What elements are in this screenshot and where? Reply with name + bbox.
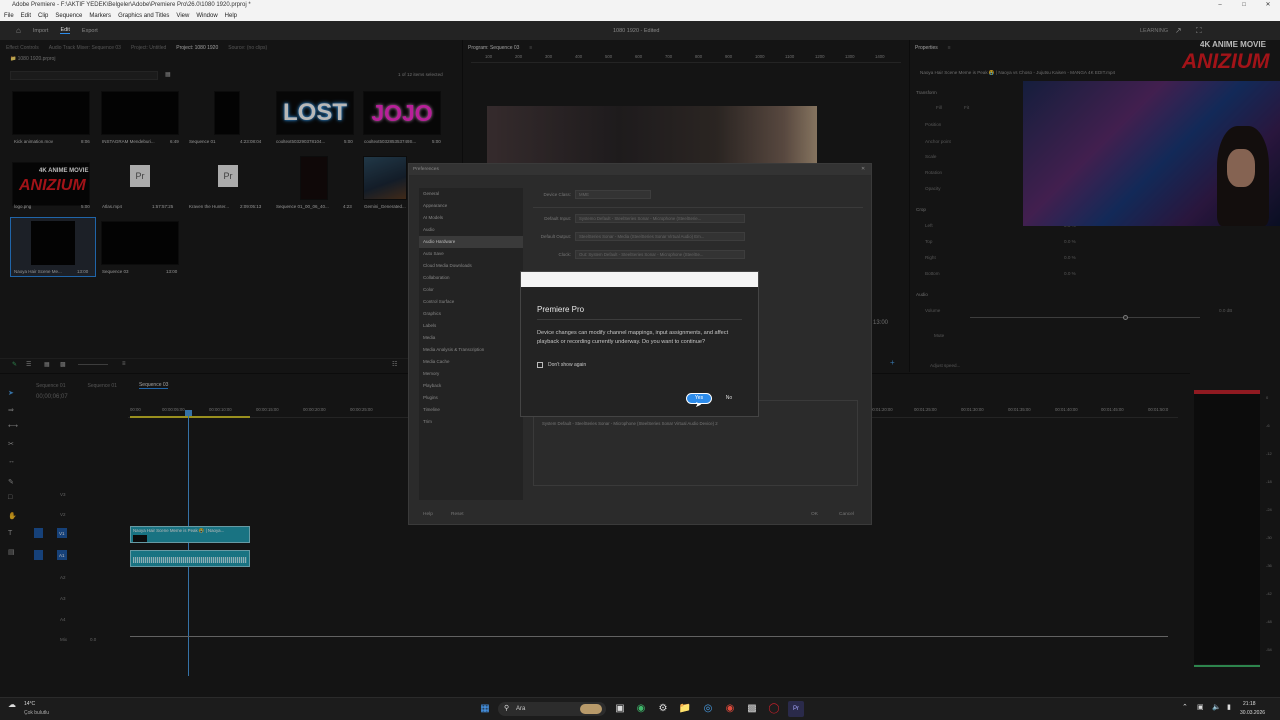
fullscreen-icon[interactable]: ⛶ [1196, 26, 1202, 36]
confirm-dialog-titlebar [521, 272, 758, 287]
premiere-taskbar-icon[interactable]: Pr [788, 701, 804, 717]
clock-label: Clock: [558, 252, 571, 257]
maximize-icon[interactable]: □ [1232, 0, 1256, 11]
tab-edit[interactable]: Edit [60, 27, 70, 34]
window-title: Adobe Premiere - F:\AKTIF YEDEK\Belgeler… [12, 2, 251, 8]
file-explorer-icon[interactable]: 📁 [678, 702, 692, 716]
confirm-dialog-title: Premiere Pro [537, 305, 585, 314]
default-input-label: Default Input: [544, 216, 571, 221]
tab-import[interactable]: Import [33, 28, 49, 34]
reset-button[interactable]: Reset [451, 512, 464, 517]
battery-icon[interactable]: ▮ [1227, 703, 1231, 711]
windows-start-icon[interactable]: ▦ [478, 702, 492, 716]
category-item[interactable]: Labels [419, 320, 523, 332]
chrome-icon[interactable]: ◎ [701, 702, 715, 716]
category-item[interactable]: Trim [419, 416, 523, 428]
clock-date[interactable]: 30.03.2026 [1240, 710, 1265, 716]
terminal-icon[interactable]: ▩ [745, 702, 759, 716]
title-bar: Adobe Premiere - F:\AKTIF YEDEK\Belgeler… [0, 0, 1280, 11]
default-output-dropdown[interactable]: SteelSeries Sonar - Media (SteelSeries S… [575, 232, 745, 241]
category-item[interactable]: Plugins [419, 392, 523, 404]
network-icon[interactable]: ▣ [1197, 703, 1204, 711]
menu-bar: File Edit Clip Sequence Markers Graphics… [0, 11, 1280, 21]
category-item[interactable]: Collaboration [419, 272, 523, 284]
taskbar-search[interactable]: ⚲ Ara [498, 702, 606, 716]
search-icon: ⚲ [504, 705, 510, 712]
learning-label[interactable]: LEARNING [1140, 28, 1168, 34]
weather-icon[interactable]: ☁ [8, 700, 16, 709]
category-item[interactable]: Media Analysis & Transcription [419, 344, 523, 356]
menu-clip[interactable]: Clip [38, 11, 48, 21]
menu-window[interactable]: Window [196, 11, 217, 21]
category-item[interactable]: Timeline [419, 404, 523, 416]
task-view-icon[interactable]: ▣ [613, 702, 627, 716]
help-button[interactable]: Help [423, 512, 433, 517]
tab-export[interactable]: Export [82, 28, 98, 34]
opera-icon[interactable]: ◯ [767, 702, 781, 716]
workspace-bar: ⌂ Import Edit Export 1080 1920 - Edited … [0, 21, 1280, 40]
search-highlight-image [580, 704, 602, 714]
preferences-titlebar: Preferences ✕ [409, 164, 871, 176]
clock-time[interactable]: 21:18 [1243, 701, 1256, 707]
minimize-icon[interactable]: – [1208, 0, 1232, 11]
confirm-dialog: Premiere Pro Device changes can modify c… [520, 271, 759, 417]
xbox-icon[interactable]: ◉ [634, 702, 648, 716]
dont-show-again-checkbox[interactable] [537, 362, 543, 368]
divider [533, 207, 863, 208]
search-placeholder: Ara [516, 706, 526, 712]
app-icon[interactable]: ◉ [723, 702, 737, 716]
volume-icon[interactable]: 🔈 [1212, 703, 1221, 711]
taskbar: ☁ 14°C Çok bulutlu ▦ ⚲ Ara ▣ ◉ ⚙ 📁 ◎ ◉ ▩… [0, 697, 1280, 720]
category-item[interactable]: Graphics [419, 308, 523, 320]
category-item[interactable]: Media Cache [419, 356, 523, 368]
settings-icon[interactable]: ⚙ [656, 702, 670, 716]
menu-graphics[interactable]: Graphics and Titles [118, 11, 169, 21]
menu-markers[interactable]: Markers [89, 11, 111, 21]
divider [537, 319, 742, 320]
category-item[interactable]: Appearance [419, 200, 523, 212]
menu-view[interactable]: View [176, 11, 189, 21]
close-icon[interactable]: ✕ [1256, 0, 1280, 11]
tray-chevron-icon[interactable]: ⌃ [1182, 703, 1188, 711]
menu-help[interactable]: Help [225, 11, 237, 21]
default-input-dropdown[interactable]: Systemo Default - SteelSeries Sonar - Mi… [575, 214, 745, 223]
mouse-cursor-icon: ➤ [695, 400, 702, 409]
category-item[interactable]: Playback [419, 380, 523, 392]
cancel-button[interactable]: Cancel [839, 512, 854, 517]
category-item[interactable]: Cloud Media Downloads [419, 260, 523, 272]
weather-desc[interactable]: Çok bulutlu [24, 710, 49, 716]
confirm-dialog-message: Device changes can modify channel mappin… [537, 330, 729, 345]
preferences-title: Preferences [413, 167, 439, 172]
device-list-row[interactable]: System Default - SteelSeries Sonar - Mic… [542, 421, 718, 426]
quick-export-icon[interactable]: ↗ [1175, 26, 1182, 35]
menu-edit[interactable]: Edit [21, 11, 31, 21]
dont-show-again-label[interactable]: Don't show again [548, 362, 586, 368]
menu-sequence[interactable]: Sequence [55, 11, 82, 21]
weather-temp[interactable]: 14°C [24, 701, 35, 707]
ok-button[interactable]: OK [811, 512, 818, 517]
device-class-label: Device Class: [543, 192, 571, 197]
category-item[interactable]: Memory [419, 368, 523, 380]
close-icon[interactable]: ✕ [861, 166, 865, 172]
category-item[interactable]: Control Surface [419, 296, 523, 308]
category-item[interactable]: Media [419, 332, 523, 344]
no-button[interactable]: No [717, 393, 741, 404]
device-class-dropdown[interactable]: MME [575, 190, 651, 199]
category-item[interactable]: Color [419, 284, 523, 296]
home-icon[interactable]: ⌂ [16, 26, 21, 35]
menu-file[interactable]: File [4, 11, 14, 21]
clock-dropdown[interactable]: Out: System Default - SteelSeries Sonar … [575, 250, 745, 259]
project-title: 1080 1920 - Edited [613, 27, 660, 34]
default-output-label: Default Output: [540, 234, 571, 239]
